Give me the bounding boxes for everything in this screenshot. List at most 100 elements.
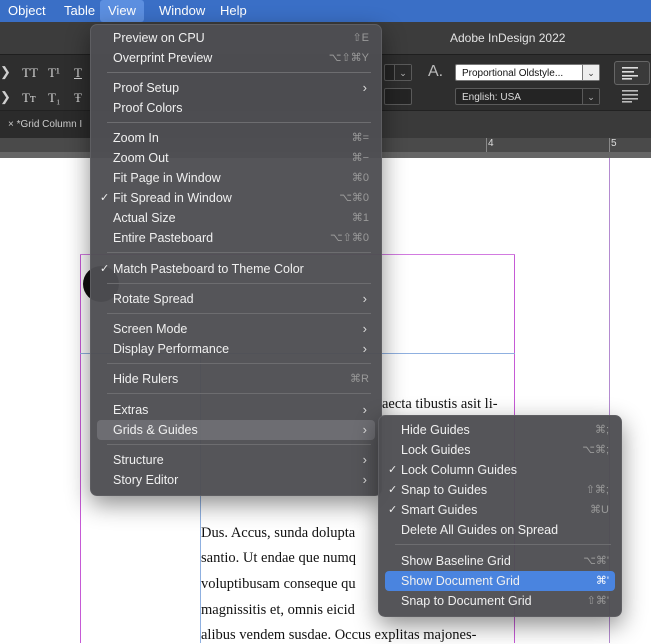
menu-item-label: Screen Mode [113,322,188,336]
menu-item-proof-setup[interactable]: Proof Setup › [97,78,375,98]
menu-item-label: Lock Column Guides [401,463,518,477]
menu-item-fit-page[interactable]: Fit Page in Window ⌘0 [97,168,375,188]
menu-view[interactable]: View [100,0,144,22]
menu-item-shortcut: ⌘0 [351,172,369,184]
menu-separator [107,363,371,364]
menu-item-smart-guides[interactable]: ✓ Smart Guides ⌘U [385,500,615,520]
menu-item-extras[interactable]: Extras › [97,400,375,420]
superscript-button[interactable]: T¹ [48,65,60,81]
menu-item-preview-on-cpu[interactable]: Preview on CPU ⇧E [97,28,375,48]
menu-item-label: Lock Guides [401,443,471,457]
menu-help[interactable]: Help [212,0,255,22]
view-menu: Preview on CPU ⇧E Overprint Preview ⌥⇧⌘Y… [90,24,382,496]
body-text-line: santio. Ut endae que numq [201,550,357,566]
menu-item-structure[interactable]: Structure › [97,450,375,470]
menu-item-shortcut: ⇧E [352,32,369,44]
small-caps-button[interactable]: Tт [22,90,36,106]
menu-object[interactable]: Object [0,0,54,22]
menu-item-shortcut: ⌘− [351,152,369,164]
stepper-arrow-icon[interactable]: ❯ [0,64,11,80]
app-title: Adobe InDesign 2022 [450,31,566,45]
menu-item-lock-column-guides[interactable]: ✓ Lock Column Guides [385,460,615,480]
chevron-right-icon: › [362,472,367,487]
chevron-right-icon: › [362,341,367,356]
menu-item-label: Structure [113,453,164,467]
language-dropdown[interactable]: English: USA ⌄ [455,88,600,105]
all-caps-button[interactable]: TT [22,65,38,81]
chevron-down-icon: ⌄ [582,89,599,104]
dropdown-partial[interactable]: ⌄ [384,64,412,81]
menu-item-show-baseline-grid[interactable]: Show Baseline Grid ⌥⌘' [385,551,615,571]
menu-item-entire-pasteboard[interactable]: Entire Pasteboard ⌥⇧⌘0 [97,228,375,248]
chevron-down-icon: ⌄ [582,65,599,80]
menu-item-snap-to-document-grid[interactable]: Snap to Document Grid ⇧⌘' [385,591,615,611]
menu-item-shortcut: ⌘= [351,132,369,144]
menu-item-match-pasteboard[interactable]: ✓ Match Pasteboard to Theme Color [97,259,375,279]
menu-table[interactable]: Table [56,0,103,22]
menu-separator [107,122,371,123]
subscript-button[interactable]: T₁ [48,90,60,106]
menu-item-shortcut: ⌥⌘' [583,555,609,567]
menu-item-show-document-grid[interactable]: Show Document Grid ⌘' [385,571,615,591]
ruler-label: 5 [611,138,617,149]
field-partial[interactable] [384,88,412,105]
document-tab[interactable]: × *Grid Column I [0,111,91,139]
figure-style-dropdown[interactable]: Proportional Oldstyle... ⌄ [455,64,600,81]
body-text-line: aecta tibustis asit li- [382,396,498,412]
menu-item-proof-colors[interactable]: Proof Colors [97,98,375,118]
menu-item-snap-to-guides[interactable]: ✓ Snap to Guides ⇧⌘; [385,480,615,500]
language-value: English: USA [462,92,521,103]
body-text-line: Dus. Accus, sunda dolupta [201,525,356,541]
menu-item-overprint-preview[interactable]: Overprint Preview ⌥⇧⌘Y [97,48,375,68]
menu-item-label: Snap to Document Grid [401,594,532,608]
menu-item-label: Smart Guides [401,503,478,517]
menu-item-label: Overprint Preview [113,51,213,65]
justify-icon[interactable] [622,89,642,103]
menu-item-rotate-spread[interactable]: Rotate Spread › [97,289,375,309]
menu-item-zoom-in[interactable]: Zoom In ⌘= [97,128,375,148]
menu-item-hide-guides[interactable]: Hide Guides ⌘; [385,420,615,440]
menu-item-shortcut: ⌥⇧⌘0 [329,232,369,244]
menu-item-label: Entire Pasteboard [113,231,214,245]
menu-item-label: Delete All Guides on Spread [401,523,559,537]
menu-window[interactable]: Window [151,0,213,22]
menu-item-label: Extras [113,403,149,417]
menu-separator [395,544,611,545]
menu-item-lock-guides[interactable]: Lock Guides ⌥⌘; [385,440,615,460]
menu-item-zoom-out[interactable]: Zoom Out ⌘− [97,148,375,168]
menu-item-shortcut: ⌘U [590,504,609,516]
menu-item-label: Story Editor [113,473,179,487]
stepper-arrow-icon[interactable]: ❯ [0,89,11,105]
menu-item-story-editor[interactable]: Story Editor › [97,470,375,490]
menu-item-label: Proof Setup [113,81,180,95]
menu-item-label: Hide Guides [401,423,470,437]
menu-item-hide-rulers[interactable]: Hide Rulers ⌘R [97,369,375,389]
margin-guide [80,254,81,643]
menu-item-shortcut: ⌘; [594,424,609,436]
body-text-line: voluptibusam conseque qu [201,576,356,592]
chevron-right-icon: › [362,321,367,336]
figure-style-value: Proportional Oldstyle... [462,68,564,79]
menu-separator [107,393,371,394]
menu-item-delete-all-guides[interactable]: Delete All Guides on Spread [385,520,615,540]
strikethrough-button[interactable]: Ŧ [74,90,82,106]
menu-item-shortcut: ⌥⌘0 [339,192,369,204]
menu-item-screen-mode[interactable]: Screen Mode › [97,319,375,339]
body-text-line: alibus vendem susdae. Occus explitas maj… [201,627,477,643]
menu-item-label: Zoom Out [113,151,169,165]
chevron-right-icon: › [362,291,367,306]
menu-item-actual-size[interactable]: Actual Size ⌘1 [97,208,375,228]
menu-item-label: Rotate Spread [113,292,194,306]
menu-item-shortcut: ⌥⇧⌘Y [328,52,369,64]
ruler-tick [609,138,610,152]
align-left-button[interactable] [614,61,650,85]
menu-item-shortcut: ⌘1 [351,212,369,224]
underline-button[interactable]: T [74,65,82,81]
menu-item-label: Fit Page in Window [113,171,221,185]
menu-item-shortcut: ⌘' [595,575,609,587]
menu-item-grids-guides[interactable]: Grids & Guides › [97,420,375,440]
menu-item-shortcut: ⇧⌘' [586,595,609,607]
menu-item-display-performance[interactable]: Display Performance › [97,339,375,359]
menu-separator [107,444,371,445]
menu-item-fit-spread[interactable]: ✓ Fit Spread in Window ⌥⌘0 [97,188,375,208]
